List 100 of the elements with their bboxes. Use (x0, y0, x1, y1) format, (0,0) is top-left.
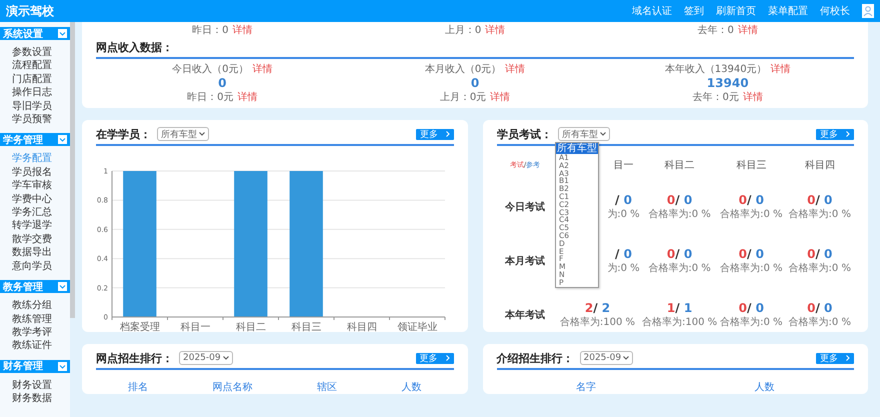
nav-link[interactable]: 菜单配置 (768, 4, 808, 18)
card-title: 学员考试： (497, 126, 552, 142)
pass-rate: 合格率为:0 % (720, 262, 783, 275)
x-tick-label: 科目一 (180, 322, 210, 332)
filter-select[interactable]: 2025-09 (580, 351, 634, 365)
chevron-icon (846, 131, 850, 137)
details-link[interactable]: 详情 (232, 25, 253, 36)
row-label: 本年考试 (505, 308, 545, 322)
sidebar-item[interactable]: 门店配置 (0, 72, 70, 86)
user-name[interactable]: 何校长 (820, 4, 850, 18)
sidebar-item[interactable]: 教练管理 (0, 312, 70, 326)
avatar-icon[interactable] (862, 4, 874, 18)
column-header: 科目四 (804, 158, 835, 172)
stat-label: 昨日：0 (192, 25, 229, 36)
details-link[interactable]: 详情 (238, 92, 258, 103)
row-label: 本月考试 (505, 254, 545, 268)
details-link[interactable]: 详情 (485, 25, 506, 36)
caret-icon (222, 356, 229, 360)
more-button[interactable]: 更多 (416, 128, 454, 140)
caret-icon (199, 132, 205, 136)
x-tick-label: 科目四 (346, 322, 377, 332)
sidebar-item[interactable]: 教学考评 (0, 326, 70, 340)
section-title: 学务管理 (3, 134, 43, 147)
details-link[interactable]: 详情 (742, 92, 763, 103)
sidebar-item[interactable]: 散学交费 (0, 232, 70, 246)
section-title: 财务管理 (3, 360, 43, 374)
pass-rate: 合格率为:0 % (648, 262, 711, 275)
stat-label: 上月：0元 (440, 92, 486, 103)
section-title: 教务管理 (3, 280, 43, 294)
stat-value: 0 (470, 76, 480, 91)
x-tick-label: 科目二 (236, 322, 266, 332)
sidebar-item[interactable]: 学员报名 (0, 166, 70, 180)
pass-rate: 为:0 % (607, 262, 640, 275)
sidebar-item[interactable]: 转学退学 (0, 219, 70, 233)
sidebar-item[interactable]: 财务数据 (0, 392, 70, 406)
section-title: 网点收入数据： (96, 40, 173, 54)
nav-link[interactable]: 签到 (684, 4, 704, 18)
collapse-icon[interactable] (58, 282, 67, 292)
more-button[interactable]: 更多 (416, 352, 454, 364)
scrollbar[interactable] (70, 22, 75, 318)
sidebar-item[interactable]: 学务汇总 (0, 206, 70, 220)
sidebar-item[interactable]: 数据导出 (0, 246, 70, 260)
more-button[interactable]: 更多 (816, 352, 854, 364)
filter-select[interactable]: 所有车型 (157, 127, 209, 141)
sidebar-item[interactable]: 导旧学员 (0, 100, 70, 114)
sidebar-item[interactable]: 财务设置 (0, 378, 70, 392)
column-header: 科目三 (736, 158, 766, 172)
section-header[interactable]: 学务管理 (0, 133, 70, 146)
section-header[interactable]: 系统设置 (0, 27, 70, 40)
exam-count: 0/ 0 (666, 193, 692, 207)
more-button[interactable]: 更多 (816, 128, 854, 140)
nav-link[interactable]: 刷新首页 (716, 4, 756, 18)
details-link[interactable]: 详情 (505, 64, 526, 75)
exam-count: 0/ 0 (807, 247, 832, 261)
section-header[interactable]: 教务管理 (0, 280, 70, 294)
section-header[interactable]: 财务管理 (0, 360, 70, 373)
exam-count: / 0 (615, 193, 632, 207)
pass-rate: 合格率为:0 % (720, 208, 783, 221)
details-link[interactable]: 详情 (252, 64, 273, 75)
nav-link[interactable]: 域名认证 (632, 4, 672, 18)
details-link[interactable]: 详情 (738, 25, 758, 36)
sidebar-item[interactable]: 学务配置 (0, 152, 70, 166)
sidebar-item[interactable]: 意向学员 (0, 260, 70, 274)
collapse-icon[interactable] (58, 135, 67, 144)
x-tick-label: 领证毕业 (397, 322, 438, 332)
pass-rate: 合格率为:0 % (788, 262, 851, 275)
exam-count: 1/ 1 (666, 301, 692, 315)
chevron-icon (446, 131, 450, 137)
details-link[interactable]: 详情 (490, 92, 510, 103)
collapse-icon[interactable] (58, 29, 67, 38)
sidebar-item[interactable]: 学员预警 (0, 113, 70, 126)
exam-count: 0/ 0 (807, 193, 832, 207)
sidebar-item[interactable]: 教练证件 (0, 339, 70, 353)
column-header: 辖区 (316, 380, 337, 394)
chevron-icon (446, 355, 450, 361)
collapse-icon[interactable] (58, 362, 67, 371)
sidebar-item[interactable]: 学车审核 (0, 179, 70, 193)
sidebar-item[interactable]: 学费中心 (0, 192, 70, 206)
stat-label: 本年收入（13940元） (664, 64, 767, 75)
app-title: 演示驾校 (6, 2, 54, 20)
sidebar-item[interactable]: 流程配置 (0, 59, 70, 73)
row-label: 今日考试 (505, 200, 545, 214)
caret-icon (600, 132, 606, 136)
stat-label: 今日收入（0元） (172, 64, 249, 75)
details-link[interactable]: 详情 (770, 64, 791, 75)
x-tick-label: 档案受理 (120, 322, 160, 332)
exam-count: / 0 (615, 247, 632, 261)
exam-count: 0/ 0 (738, 193, 764, 207)
pass-rate: 合格率为:0 % (720, 316, 783, 329)
filter-select[interactable]: 所有车型 (558, 127, 610, 141)
section-title: 系统设置 (3, 28, 43, 40)
sidebar-item[interactable]: 教练分组 (0, 299, 70, 312)
sidebar-item[interactable]: 操作日志 (0, 86, 70, 100)
dropdown-option[interactable]: 所有车型 (556, 143, 598, 154)
stat-label: 昨日：0元 (187, 92, 234, 103)
column-header: 人数 (754, 381, 775, 394)
exam-count: 0/ 0 (738, 301, 764, 315)
filter-select[interactable]: 2025-09 (179, 351, 233, 365)
stat-value: 13940 (706, 76, 749, 91)
sidebar-item[interactable]: 参数设置 (0, 46, 70, 60)
